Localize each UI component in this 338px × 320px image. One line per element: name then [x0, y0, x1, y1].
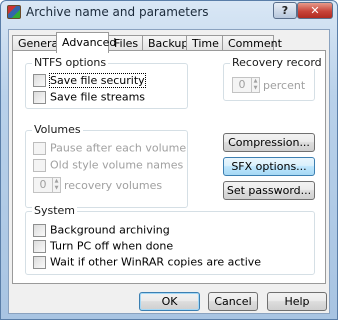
sfx-options-button[interactable]: SFX options... — [223, 157, 315, 176]
spinner-arrows-icon[interactable]: ▲ ▼ — [53, 177, 61, 193]
old-style-volume-names-checkbox[interactable]: Old style volume names — [33, 158, 183, 172]
set-password-button[interactable]: Set password... — [223, 181, 315, 200]
recovery-volumes-spinner[interactable]: 0 ▲ ▼ recovery volumes — [33, 177, 162, 193]
wait-other-copies-checkbox[interactable]: Wait if other WinRAR copies are active — [33, 255, 261, 269]
checkbox-box[interactable] — [33, 223, 46, 237]
window-title: Archive name and parameters — [26, 5, 209, 19]
save-file-streams-checkbox[interactable]: Save file streams — [33, 90, 145, 104]
checkbox-box[interactable] — [33, 90, 46, 104]
title-bar[interactable]: Archive name and parameters ? ✕ — [1, 1, 337, 23]
recovery-percent-input[interactable]: 0 — [232, 77, 252, 93]
save-file-security-label: Save file security — [49, 72, 146, 88]
ntfs-options-group: NTFS options Save file security Save fil… — [25, 56, 188, 109]
pause-after-each-volume-label: Pause after each volume — [50, 141, 187, 155]
volumes-group: Volumes Pause after each volume Old styl… — [25, 123, 188, 208]
save-file-security-checkbox[interactable]: Save file security — [33, 72, 146, 88]
recovery-record-spinner[interactable]: 0 ▲ ▼ percent — [232, 77, 305, 93]
save-file-streams-label: Save file streams — [50, 90, 146, 104]
volumes-title: Volumes — [32, 123, 83, 136]
compression-button[interactable]: Compression... — [223, 133, 315, 152]
close-button[interactable]: ✕ — [297, 2, 333, 19]
system-group: System Background archiving Turn PC off … — [25, 204, 315, 275]
old-style-volume-names-label: Old style volume names — [50, 158, 184, 172]
system-title: System — [32, 204, 78, 217]
help-title-button[interactable]: ? — [273, 2, 297, 19]
recovery-record-title: Recovery record — [230, 56, 324, 69]
pause-after-each-volume-checkbox[interactable]: Pause after each volume — [33, 141, 186, 155]
help-button[interactable]: Help — [267, 292, 327, 311]
ok-button[interactable]: OK — [139, 292, 200, 311]
background-archiving-checkbox[interactable]: Background archiving — [33, 223, 170, 237]
dialog-window: Archive name and parameters ? ✕ General … — [0, 0, 338, 320]
tab-advanced[interactable]: Advanced — [56, 32, 116, 53]
cancel-button[interactable]: Cancel — [208, 292, 258, 311]
turn-pc-off-label: Turn PC off when done — [50, 239, 174, 253]
dialog-client-area: General Advanced Files Backup Time Comme… — [8, 29, 330, 314]
recovery-volumes-label: recovery volumes — [64, 178, 163, 192]
advanced-tab-panel: NTFS options Save file security Save fil… — [12, 50, 326, 284]
recovery-volumes-input[interactable]: 0 — [33, 177, 53, 193]
turn-pc-off-checkbox[interactable]: Turn PC off when done — [33, 239, 173, 253]
checkbox-box[interactable] — [33, 255, 46, 269]
wait-other-copies-label: Wait if other WinRAR copies are active — [50, 255, 262, 269]
background-archiving-label: Background archiving — [50, 223, 170, 237]
checkbox-box[interactable] — [33, 73, 46, 87]
checkbox-box[interactable] — [33, 158, 46, 172]
checkbox-box[interactable] — [33, 141, 46, 155]
ntfs-options-title: NTFS options — [32, 56, 109, 69]
checkbox-box[interactable] — [33, 239, 46, 253]
spinner-arrows-icon[interactable]: ▲ ▼ — [252, 77, 260, 93]
percent-label: percent — [263, 78, 306, 92]
recovery-record-group: Recovery record 0 ▲ ▼ percent — [223, 56, 324, 101]
winrar-app-icon — [7, 5, 21, 19]
